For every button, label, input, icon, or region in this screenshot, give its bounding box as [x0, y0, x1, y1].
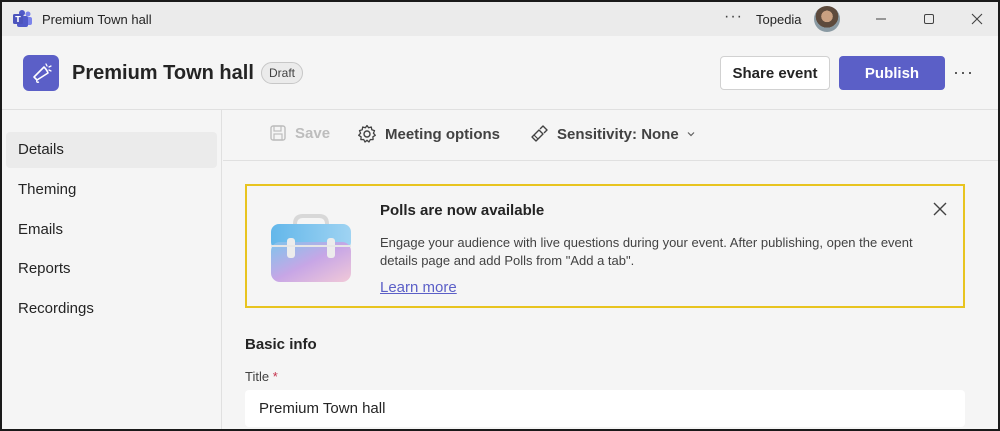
- organization-name[interactable]: Topedia: [756, 12, 802, 27]
- event-header: Premium Town hall Draft Share event Publ…: [2, 36, 998, 110]
- maximize-icon: [924, 14, 934, 24]
- gear-icon: [358, 124, 376, 143]
- save-icon: [270, 125, 286, 141]
- sensitivity-dropdown[interactable]: Sensitivity: None: [529, 124, 696, 144]
- learn-more-link[interactable]: Learn more: [380, 279, 457, 296]
- app-window: T Premium Town hall ··· Topedia Premium …: [0, 0, 1000, 431]
- required-indicator: *: [272, 369, 278, 384]
- nav-item-recordings[interactable]: Recordings: [6, 291, 217, 327]
- close-icon: [933, 202, 947, 216]
- sensitivity-label: Sensitivity: None: [557, 125, 679, 143]
- nav-item-reports[interactable]: Reports: [6, 251, 217, 287]
- banner-title: Polls are now available: [380, 202, 545, 219]
- title-input[interactable]: [245, 390, 965, 427]
- toolbox-illustration-icon: [271, 214, 351, 282]
- banner-description: Engage your audience with live questions…: [380, 235, 913, 268]
- dismiss-banner-button[interactable]: [929, 198, 951, 220]
- left-navigation: Details Theming Emails Reports Recording…: [2, 110, 222, 429]
- minimize-button[interactable]: [858, 2, 904, 36]
- minimize-icon: [876, 18, 886, 20]
- share-event-button[interactable]: Share event: [720, 56, 830, 90]
- meeting-options-label: Meeting options: [385, 125, 500, 143]
- teams-logo-icon: T: [13, 10, 32, 27]
- title-bar: T Premium Town hall ··· Topedia: [2, 2, 998, 36]
- megaphone-icon: [33, 63, 52, 83]
- nav-item-theming[interactable]: Theming: [6, 172, 217, 208]
- nav-item-emails[interactable]: Emails: [6, 212, 217, 248]
- avatar[interactable]: [814, 6, 840, 32]
- title-label-text: Title: [245, 369, 270, 384]
- save-button[interactable]: Save: [269, 124, 330, 142]
- chevron-down-icon: [687, 132, 695, 137]
- close-icon: [971, 13, 983, 25]
- title-field-label: Title *: [245, 369, 278, 384]
- more-actions-icon[interactable]: ···: [953, 62, 974, 83]
- maximize-button[interactable]: [906, 2, 952, 36]
- meeting-options-button[interactable]: Meeting options: [357, 124, 500, 144]
- details-toolbar: Save Meeting options Sensitivity: None: [223, 110, 998, 161]
- nav-item-details[interactable]: Details: [6, 132, 217, 168]
- save-label: Save: [295, 124, 331, 142]
- window-title: Premium Town hall: [42, 12, 152, 27]
- status-badge: Draft: [261, 62, 304, 84]
- more-options-icon[interactable]: ···: [724, 8, 743, 26]
- basic-info-heading: Basic info: [245, 336, 317, 353]
- close-window-button[interactable]: [954, 2, 998, 36]
- polls-announcement-banner: Polls are now available Engage your audi…: [245, 184, 965, 308]
- svg-text:T: T: [15, 15, 21, 24]
- page-title: Premium Town hall: [72, 62, 254, 84]
- sensitivity-icon: [531, 125, 548, 142]
- publish-button[interactable]: Publish: [839, 56, 945, 90]
- event-icon-tile: [23, 55, 59, 91]
